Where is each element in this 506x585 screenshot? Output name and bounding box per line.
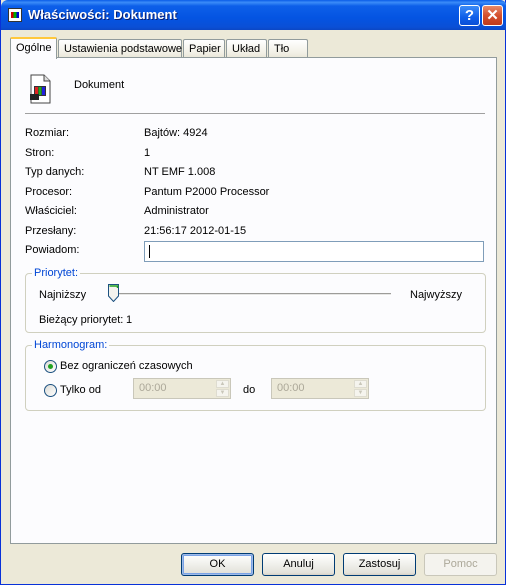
to-time-value: 00:00 (277, 382, 305, 394)
submitted-value: 21:56:17 2012-01-15 (144, 225, 247, 237)
pages-value: 1 (144, 147, 151, 159)
document-name: Dokument (74, 79, 125, 91)
printer-document-icon (8, 8, 22, 22)
title-bar[interactable]: Właściwości: Dokument ? ✕ (1, 0, 506, 30)
processor-value: Pantum P2000 Processor (144, 186, 270, 198)
from-time-value: 00:00 (139, 382, 167, 394)
window-title: Właściwości: Dokument (28, 7, 177, 22)
notify-input[interactable] (144, 241, 484, 262)
ok-button[interactable]: OK (181, 553, 254, 576)
from-time-spinner[interactable]: 00:00 ▲ ▼ (133, 378, 231, 399)
no-limit-radio[interactable] (44, 360, 57, 373)
datatype-value: NT EMF 1.008 (144, 166, 216, 178)
radio-selected-dot (48, 364, 53, 369)
size-value: Bajtów: 4924 (144, 127, 208, 139)
schedule-legend: Harmonogram: (32, 339, 110, 351)
document-printer-icon (30, 74, 51, 104)
cancel-button[interactable]: Anuluj (262, 553, 335, 576)
tab-general[interactable]: Ogólne (10, 37, 57, 59)
priority-slider-track[interactable] (109, 293, 391, 296)
help-title-button[interactable]: ? (459, 5, 480, 26)
text-caret (149, 245, 150, 258)
datatype-label: Typ danych: (25, 166, 85, 178)
properties-dialog: Właściwości: Dokument ? ✕ Ogólne Ustawie… (0, 0, 506, 585)
only-from-radio[interactable] (44, 384, 57, 397)
tab-paper[interactable]: Papier (183, 39, 225, 58)
to-time-spinner[interactable]: 00:00 ▲ ▼ (271, 378, 369, 399)
submitted-label: Przesłany: (25, 225, 77, 237)
current-priority-label: Bieżący priorytet: (39, 314, 124, 326)
to-time-up-icon[interactable]: ▲ (354, 380, 367, 388)
no-limit-label[interactable]: Bez ograniczeń czasowych (60, 360, 193, 372)
current-priority-value: 1 (126, 314, 133, 326)
processor-label: Procesor: (25, 186, 73, 198)
size-label: Rozmiar: (25, 127, 70, 139)
apply-button[interactable]: Zastosuj (343, 553, 416, 576)
schedule-group: Harmonogram: (25, 339, 486, 411)
close-button[interactable]: ✕ (482, 5, 503, 26)
priority-high-label: Najwyższy (410, 289, 462, 301)
separator (25, 113, 485, 114)
from-time-down-icon[interactable]: ▼ (216, 389, 229, 397)
priority-slider-thumb[interactable] (108, 284, 119, 302)
owner-label: Właściciel: (25, 205, 77, 217)
pages-label: Stron: (25, 147, 55, 159)
general-tab-panel: Dokument Rozmiar: Bajtów: 4924 Stron: 1 … (10, 57, 497, 544)
priority-low-label: Najniższy (39, 289, 87, 301)
to-time-down-icon[interactable]: ▼ (354, 389, 367, 397)
priority-legend: Priorytet: (32, 267, 81, 279)
tab-basic-settings[interactable]: Ustawienia podstawowe (58, 39, 182, 58)
notify-label: Powiadom: (25, 244, 80, 256)
owner-value: Administrator (144, 205, 209, 217)
help-button[interactable]: Pomoc (424, 553, 497, 576)
tab-layout[interactable]: Układ (226, 39, 267, 58)
only-from-label[interactable]: Tylko od (60, 384, 101, 396)
to-label: do (243, 384, 256, 396)
tab-background[interactable]: Tło (268, 39, 308, 58)
from-time-up-icon[interactable]: ▲ (216, 380, 229, 388)
